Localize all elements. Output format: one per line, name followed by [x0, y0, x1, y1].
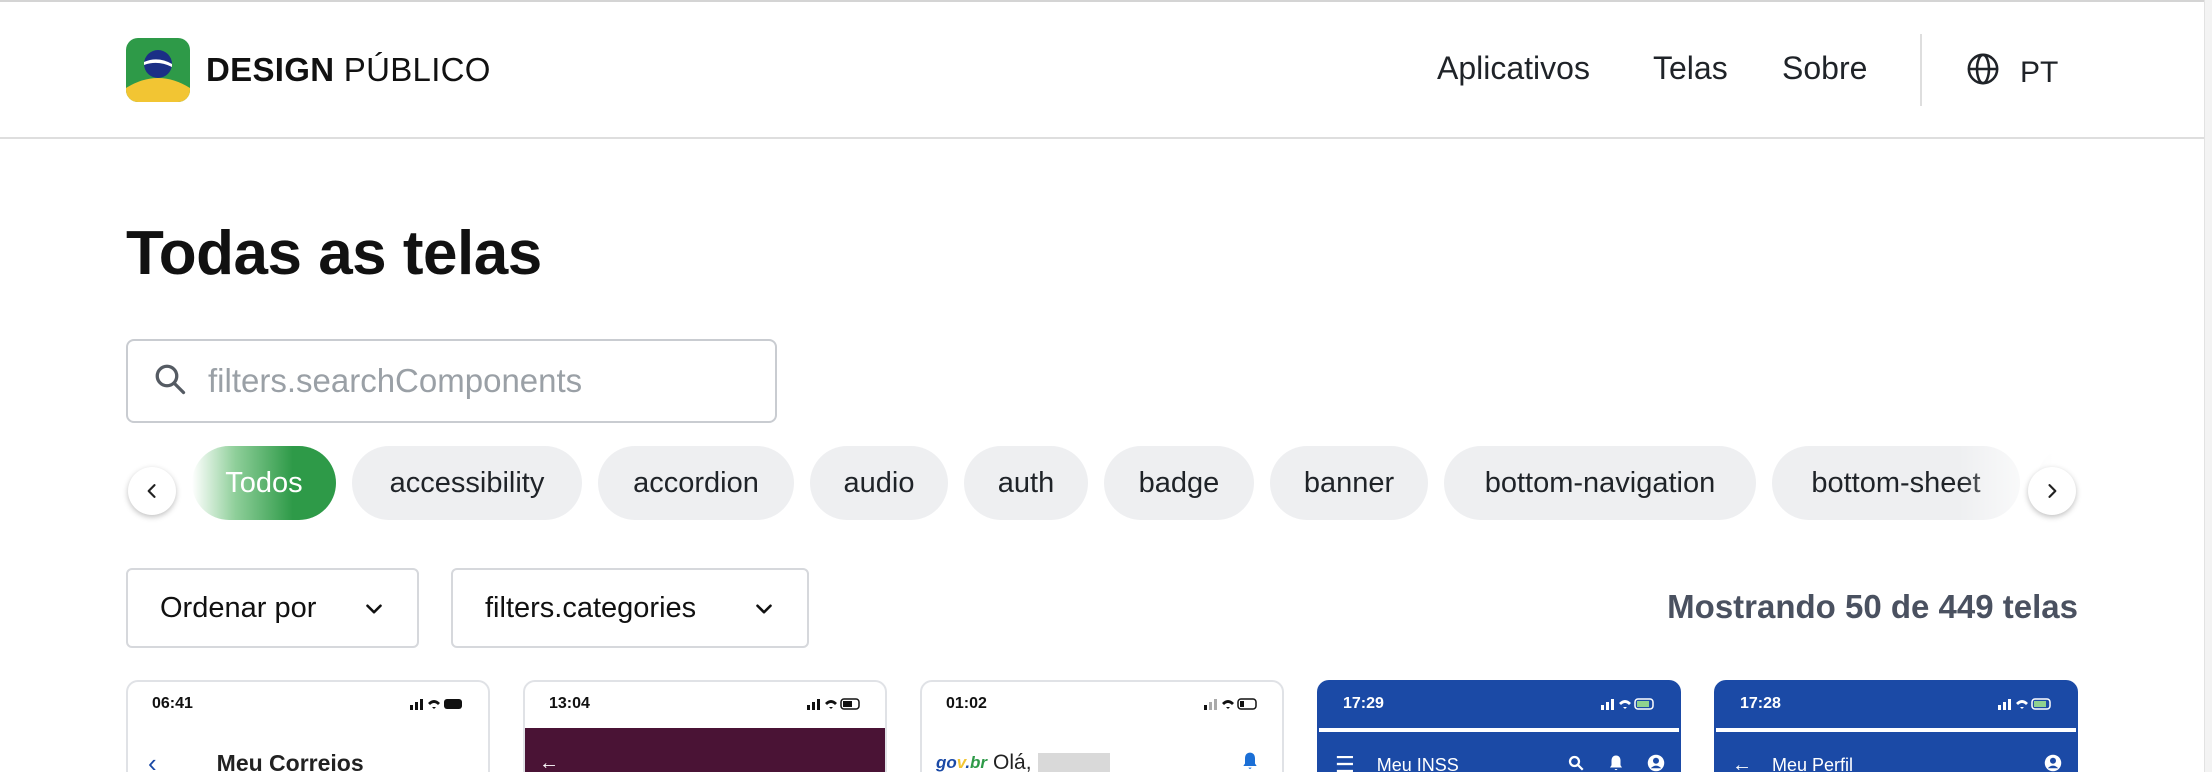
page-title: Todas as telas	[126, 219, 542, 288]
back-arrow-icon: ←	[1732, 753, 1752, 772]
back-icon: ‹	[148, 747, 157, 772]
chip-todos[interactable]: Todos	[192, 446, 336, 520]
status-time: 01:02	[946, 695, 987, 712]
status-time: 17:29	[1343, 695, 1384, 712]
brand-name-bold: DESIGN	[206, 51, 335, 88]
category-chips: Todos accessibility accordion audio auth…	[126, 446, 2078, 522]
sort-select-label: Ordenar por	[160, 591, 317, 624]
search-icon	[1567, 754, 1585, 772]
chevron-left-icon	[147, 484, 156, 498]
chip-banner[interactable]: banner	[1270, 446, 1428, 520]
site-header: DESIGN PÚBLICO Aplicativos Telas Sobre P…	[0, 2, 2204, 139]
card-title: Meu Perfil	[1772, 754, 1854, 772]
search-input[interactable]	[208, 362, 728, 400]
result-count: Mostrando 50 de 449 telas	[1667, 588, 2078, 625]
status-bar: 17:28	[1716, 682, 2076, 726]
search-box[interactable]	[126, 339, 777, 423]
chevron-down-icon	[361, 596, 387, 630]
menu-icon: ☰	[1335, 752, 1355, 772]
govbr-logo-icon: gov.br	[936, 753, 988, 772]
app-bar: gov.br Olá,	[922, 728, 1282, 772]
profile-icon	[2044, 754, 2062, 772]
chip-accessibility[interactable]: accessibility	[352, 446, 582, 520]
status-time: 13:04	[549, 695, 590, 712]
screen-card[interactable]: 01:02 gov.br Olá,	[920, 680, 1284, 772]
page-scrollbar[interactable]	[2204, 0, 2212, 772]
status-icons	[1998, 697, 2052, 711]
status-bar: 06:41	[128, 682, 488, 726]
status-bar: 17:29	[1319, 682, 1679, 726]
greeting: Olá,	[993, 751, 1032, 772]
chip-audio[interactable]: audio	[810, 446, 948, 520]
back-arrow-icon: ←	[539, 751, 559, 772]
categories-select-label: filters.categories	[485, 591, 697, 624]
status-icons	[410, 697, 464, 711]
status-time: 06:41	[152, 695, 193, 712]
brand-name: DESIGN PÚBLICO	[206, 51, 491, 89]
language-label: PT	[2020, 56, 2059, 89]
nav-divider	[1920, 34, 1922, 106]
status-icons	[1601, 697, 1655, 711]
language-switcher[interactable]: PT	[1966, 52, 2058, 94]
sort-select[interactable]: Ordenar por	[126, 568, 419, 648]
nav-link-telas[interactable]: Telas	[1653, 50, 1728, 87]
nav-link-sobre[interactable]: Sobre	[1782, 50, 1867, 87]
status-icons	[807, 697, 861, 711]
card-title: Meu Correios	[216, 749, 364, 772]
app-bar: ☰ Meu INSS	[1319, 728, 1679, 772]
chevron-down-icon	[751, 596, 777, 630]
chip-badge[interactable]: badge	[1104, 446, 1254, 520]
app-bar: ← Meu Perfil	[1716, 728, 2076, 772]
logo-mark-icon	[126, 38, 190, 102]
chips-scroll-right-button[interactable]	[2028, 467, 2076, 515]
screen-card[interactable]: 06:41 ‹ Meu Correios	[126, 680, 490, 772]
screen-card[interactable]: 13:04 ←	[523, 680, 887, 772]
chevron-right-icon	[2048, 484, 2057, 498]
app-bar: ←	[525, 728, 885, 772]
redacted-name	[1037, 753, 1110, 772]
card-title: Meu INSS	[1376, 754, 1459, 772]
globe-icon	[1966, 52, 2000, 94]
status-bar: 13:04	[525, 682, 885, 726]
brand-name-regular: PÚBLICO	[343, 51, 491, 88]
app-bar: ‹ Meu Correios	[128, 728, 488, 772]
chip-accordion[interactable]: accordion	[598, 446, 794, 520]
status-bar: 01:02	[922, 682, 1282, 726]
search-icon	[152, 361, 188, 402]
bell-icon	[1240, 750, 1260, 772]
chips-scroll-left-button[interactable]	[128, 467, 176, 515]
bell-icon	[1607, 754, 1625, 772]
nav-link-aplicativos[interactable]: Aplicativos	[1437, 50, 1590, 87]
chip-bottom-navigation[interactable]: bottom-navigation	[1444, 446, 1756, 520]
screen-card[interactable]: 17:28 ← Meu Perfil	[1714, 680, 2078, 772]
profile-icon	[1647, 754, 1665, 772]
categories-select[interactable]: filters.categories	[451, 568, 809, 648]
brand-logo[interactable]: DESIGN PÚBLICO	[126, 38, 491, 102]
status-icons	[1204, 697, 1258, 711]
chip-auth[interactable]: auth	[964, 446, 1088, 520]
screen-card[interactable]: 17:29 ☰ Meu INSS	[1317, 680, 1681, 772]
status-time: 17:28	[1740, 695, 1781, 712]
